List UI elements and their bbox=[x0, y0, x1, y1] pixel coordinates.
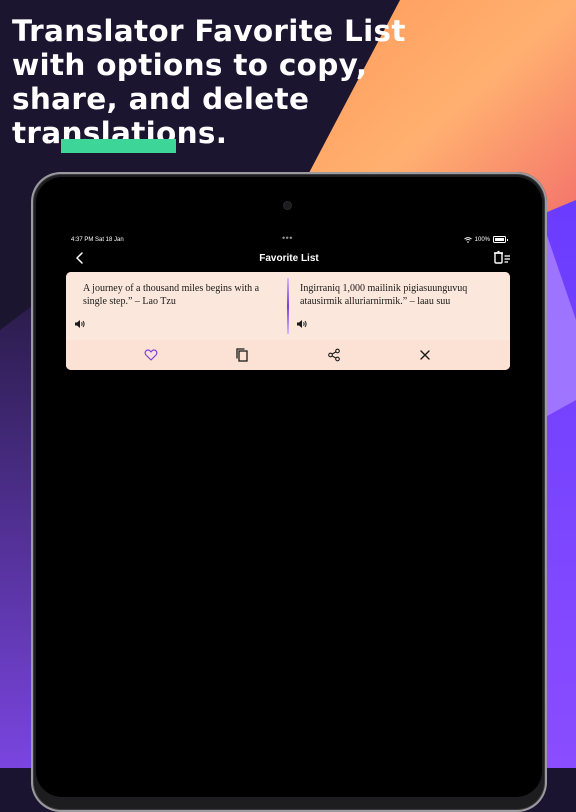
translated-speaker-icon[interactable] bbox=[296, 319, 308, 329]
battery-percent: 100% bbox=[474, 236, 490, 243]
accent-bar bbox=[61, 139, 176, 153]
delete-list-icon[interactable] bbox=[493, 250, 511, 266]
app-screen: 4:37 PM Sat 18 Jan ••• 100% Favorite Lis… bbox=[36, 177, 542, 797]
promo-headline: Translator Favorite List with options to… bbox=[12, 14, 406, 150]
close-icon[interactable] bbox=[418, 348, 432, 362]
card-divider bbox=[287, 278, 289, 334]
wifi-icon bbox=[463, 236, 472, 243]
source-speaker-icon[interactable] bbox=[74, 319, 86, 329]
status-time-date: 4:37 PM Sat 18 Jan bbox=[71, 237, 124, 243]
status-right: 100% bbox=[463, 236, 508, 243]
battery-icon bbox=[493, 236, 508, 243]
favorite-card: A journey of a thousand miles begins wit… bbox=[66, 272, 510, 370]
front-camera bbox=[284, 202, 291, 209]
translated-text: Ingirraniq 1,000 mailinik pigiasuunguvuq… bbox=[300, 283, 468, 307]
source-text: A journey of a thousand miles begins wit… bbox=[83, 283, 260, 307]
page-title: Favorite List bbox=[259, 253, 319, 264]
share-icon[interactable] bbox=[327, 348, 341, 362]
heart-icon[interactable] bbox=[144, 348, 158, 362]
copy-icon[interactable] bbox=[235, 348, 249, 362]
multitasking-dots[interactable]: ••• bbox=[282, 233, 293, 243]
card-action-bar bbox=[66, 340, 510, 370]
